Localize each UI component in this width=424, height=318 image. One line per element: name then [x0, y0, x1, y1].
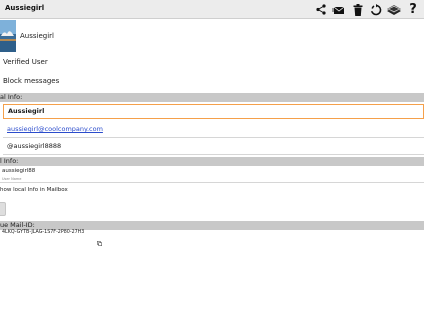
trash-icon[interactable] [351, 2, 365, 17]
share-icon[interactable] [314, 2, 328, 17]
help-icon[interactable]: ? [406, 2, 420, 17]
local-handle-field[interactable]: @aussiegirl8888 [3, 139, 424, 154]
block-messages-toggle[interactable]: Block messages [3, 77, 59, 85]
show-local-info-toggle[interactable]: how local Info in Mailbox [0, 187, 68, 193]
username-caption: User Name [2, 177, 22, 181]
compose-mail-icon[interactable] [331, 2, 345, 17]
divider [3, 137, 424, 138]
divider [0, 182, 424, 183]
copy-icon[interactable] [97, 231, 103, 247]
contact-title: Aussiegirl [5, 4, 45, 12]
edge-button[interactable] [0, 202, 6, 216]
books-icon[interactable] [387, 2, 401, 17]
local-name-input[interactable]: Aussiegirl [3, 104, 424, 119]
global-info-header: l Info: [0, 157, 424, 166]
profile-name: Aussiegirl [20, 32, 54, 40]
mail-id-header: ue Mail-ID: [0, 221, 424, 230]
local-info-header: al Info: [0, 93, 424, 102]
mail-id-value: 4LKQ-GYTB-JLAG-1S7F-2P80-27H3 [2, 230, 85, 235]
divider [3, 154, 424, 155]
local-email-field[interactable]: aussiegirl@coolcompany.com [3, 122, 424, 137]
username-value: aussiegirl88 [2, 168, 36, 174]
email-link[interactable]: aussiegirl@coolcompany.com [7, 125, 103, 133]
verified-user-label: Verified User [3, 58, 48, 66]
refresh-icon[interactable] [369, 2, 383, 17]
avatar[interactable] [0, 20, 16, 52]
action-bar: Aussiegirl ? [0, 0, 424, 19]
